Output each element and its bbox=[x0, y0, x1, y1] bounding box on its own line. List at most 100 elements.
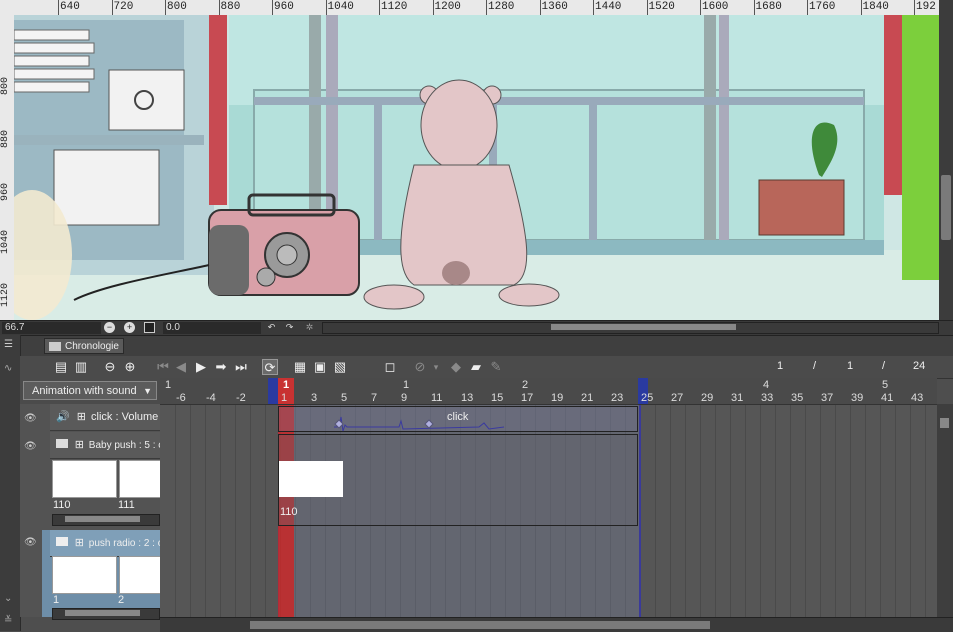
cel-number: 1 bbox=[53, 594, 60, 606]
frame-label: 37 bbox=[821, 392, 834, 404]
zoom-in-icon[interactable]: + bbox=[124, 322, 135, 333]
expand-icon[interactable]: ⊞ bbox=[75, 439, 84, 451]
expand-icon[interactable]: ⊞ bbox=[77, 411, 86, 423]
edit-timeline-icon[interactable]: ▥ bbox=[73, 359, 89, 375]
collapse-all-icon[interactable]: ≚ bbox=[4, 615, 12, 626]
collapse-icon[interactable]: ⌄ bbox=[4, 593, 12, 604]
keyframe-dropdown-icon[interactable]: ▾ bbox=[428, 359, 444, 375]
cel-block[interactable] bbox=[279, 461, 343, 497]
vertical-ruler: 800 880 960 1040 1120 bbox=[0, 15, 15, 320]
timeline-vertical-scrollbar[interactable] bbox=[937, 404, 953, 617]
scrollbar-thumb[interactable] bbox=[250, 621, 710, 629]
ruler-label: 800 bbox=[167, 1, 187, 13]
last-frame-icon[interactable]: ⏭ bbox=[233, 359, 249, 375]
ruler-label: 1440 bbox=[595, 1, 622, 13]
zoom-out-icon[interactable]: − bbox=[104, 322, 115, 333]
cel-thumbnail[interactable] bbox=[52, 556, 117, 594]
new-cel-icon[interactable]: ▣ bbox=[312, 359, 328, 375]
frame-grid-line bbox=[219, 404, 221, 617]
eye-icon[interactable]: 👁 bbox=[24, 414, 38, 424]
first-frame-icon[interactable]: ⏮ bbox=[155, 359, 171, 375]
baby-push-track-area[interactable]: 110 bbox=[278, 434, 638, 526]
frame-grid-line bbox=[879, 404, 881, 617]
prev-frame-icon[interactable]: ◀ bbox=[173, 359, 189, 375]
cel-thumbnail[interactable] bbox=[52, 460, 117, 498]
ruler-tick bbox=[753, 0, 755, 15]
track-label: Baby push : 5 : ce bbox=[88, 440, 169, 451]
frame-label: 33 bbox=[761, 392, 774, 404]
ruler-tick bbox=[914, 0, 915, 15]
thumbnail-scrollbar[interactable] bbox=[52, 514, 160, 526]
canvas-vertical-scrollbar[interactable] bbox=[939, 0, 953, 320]
canvas-area[interactable] bbox=[14, 15, 939, 320]
play-icon[interactable]: ▶ bbox=[193, 359, 209, 375]
reset-rotation-icon[interactable]: ✲ bbox=[304, 322, 315, 333]
timeline-grid[interactable]: click 110 bbox=[160, 378, 937, 617]
loop-icon[interactable]: ⟳ bbox=[262, 359, 278, 375]
scrollbar-thumb[interactable] bbox=[940, 418, 949, 428]
frame-ruler[interactable]: -8-6-4-213579111315171921232527293133353… bbox=[160, 378, 937, 405]
ruler-tick bbox=[218, 0, 220, 15]
canvas-status-bar: 66.7 − + 0.0 ↶ ↷ ✲ bbox=[0, 320, 953, 335]
keyframe-settings-icon[interactable]: ▰ bbox=[468, 359, 484, 375]
frame-separator: / bbox=[813, 360, 817, 372]
ruler-label: 880 bbox=[220, 1, 241, 13]
specify-cel-icon[interactable]: ▧ bbox=[332, 359, 348, 375]
ruler-label: 1760 bbox=[809, 1, 836, 13]
frame-grid-line bbox=[924, 404, 926, 617]
ruler-label: 1040 bbox=[0, 229, 11, 254]
cel-label: 110 bbox=[280, 506, 298, 518]
expand-icon[interactable]: ⊞ bbox=[75, 537, 84, 549]
panel-tab-bar bbox=[0, 335, 953, 357]
timeline-tab[interactable]: Chronologie bbox=[44, 338, 124, 354]
frame-separator: / bbox=[882, 360, 886, 372]
rotate-right-icon[interactable]: ↷ bbox=[284, 322, 295, 333]
new-animation-folder-icon[interactable]: ▦ bbox=[292, 359, 308, 375]
canvas-horizontal-scrollbar[interactable] bbox=[322, 322, 939, 334]
edit-keyframe-icon[interactable]: ✎ bbox=[488, 359, 504, 375]
animation-folder-icon bbox=[56, 439, 68, 448]
frame-grid-line bbox=[894, 404, 896, 617]
rotate-left-icon[interactable]: ↶ bbox=[266, 322, 277, 333]
timeline-select[interactable]: Animation with sound ▼ bbox=[23, 381, 157, 400]
keyframe-mode-icon[interactable]: ⊘ bbox=[412, 359, 428, 375]
eye-icon[interactable]: 👁 bbox=[24, 538, 38, 548]
ruler-tick bbox=[58, 0, 59, 15]
graph-icon[interactable]: ∿ bbox=[4, 363, 12, 374]
playback-frame: 1 bbox=[847, 360, 854, 372]
audio-clip[interactable]: click bbox=[278, 406, 638, 432]
total-frames: 24 bbox=[913, 360, 926, 372]
frame-grid-line bbox=[234, 404, 236, 617]
frame-label: 19 bbox=[551, 392, 564, 404]
ruler-tick bbox=[646, 0, 648, 15]
zoom-out-icon[interactable]: ⊖ bbox=[102, 359, 118, 375]
new-timeline-icon[interactable]: ▤ bbox=[53, 359, 69, 375]
zoom-field[interactable]: 66.7 bbox=[2, 322, 101, 334]
frame-label: 29 bbox=[701, 392, 714, 404]
zoom-in-icon[interactable]: ⊕ bbox=[122, 359, 138, 375]
next-frame-icon[interactable]: ➡ bbox=[213, 359, 229, 375]
second-marker: 2 bbox=[522, 379, 529, 391]
ruler-label: 1040 bbox=[327, 1, 354, 13]
frame-grid-line bbox=[819, 404, 821, 617]
frame-grid-line bbox=[654, 404, 656, 617]
ruler-label: 640 bbox=[60, 1, 80, 13]
add-keyframe-icon[interactable]: ◆ bbox=[448, 359, 464, 375]
timeline-horizontal-scrollbar[interactable] bbox=[160, 617, 953, 632]
frame-grid-line bbox=[834, 404, 836, 617]
ruler-label: 960 bbox=[274, 1, 294, 13]
cel-number: 110 bbox=[53, 499, 71, 511]
fit-icon[interactable] bbox=[144, 322, 155, 333]
scrollbar-thumb[interactable] bbox=[941, 175, 951, 240]
frame-label: 35 bbox=[791, 392, 804, 404]
menu-icon[interactable]: ☰ bbox=[4, 339, 13, 350]
eye-icon[interactable]: 👁 bbox=[24, 442, 38, 452]
frame-label: 1 bbox=[281, 392, 288, 404]
range-start-marker[interactable] bbox=[268, 378, 278, 404]
onion-skin-icon[interactable]: ◻ bbox=[382, 359, 398, 375]
rotation-field[interactable]: 0.0 bbox=[163, 322, 261, 334]
frame-grid-line bbox=[774, 404, 776, 617]
thumbnail-scrollbar[interactable] bbox=[52, 608, 160, 620]
frame-grid-line bbox=[264, 404, 266, 617]
second-marker: 1 bbox=[165, 379, 172, 391]
